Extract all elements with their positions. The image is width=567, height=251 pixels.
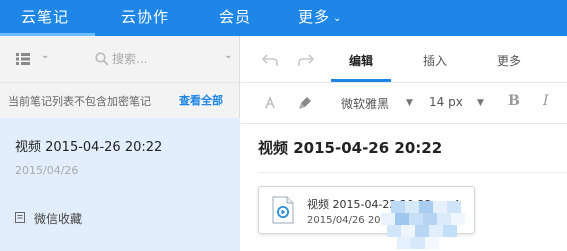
font-size-value: 14 px bbox=[429, 95, 463, 109]
font-size-caret-icon[interactable]: ▼ bbox=[477, 98, 484, 108]
notice-text: 当前笔记列表不包含加密笔记 bbox=[8, 95, 151, 108]
format-painter-icon[interactable] bbox=[298, 96, 312, 110]
redo-icon[interactable] bbox=[297, 53, 315, 67]
search-input[interactable] bbox=[112, 50, 222, 68]
note-list-pane: ⌄ ⌄ 当前笔记列表不包含加密笔记 查看全部 视频 2015-04-26 20:… bbox=[0, 36, 240, 251]
clear-format-icon[interactable] bbox=[263, 96, 277, 110]
font-family-select[interactable]: 微软雅黑 bbox=[341, 95, 389, 112]
editor-tabbar: 编辑 插入 更多 bbox=[241, 36, 567, 82]
nav-more[interactable]: 更多 ⌄ bbox=[298, 0, 342, 36]
chevron-down-icon: ⌄ bbox=[333, 13, 343, 24]
divider bbox=[241, 123, 567, 124]
nav-collaboration[interactable]: 云协作 bbox=[121, 0, 169, 36]
note-date: 2015/04/26 bbox=[15, 164, 79, 177]
top-nav: 云笔记 云协作 会员 更多 ⌄ bbox=[0, 0, 567, 36]
list-item[interactable]: 视频 2015-04-26 20:22 2015/04/26 bbox=[0, 118, 240, 251]
note-title: 视频 2015-04-26 20:22 bbox=[15, 140, 163, 155]
view-mode-chevron-down-icon[interactable]: ⌄ bbox=[41, 50, 49, 61]
undo-icon[interactable] bbox=[261, 53, 279, 67]
nav-membership[interactable]: 会员 bbox=[219, 0, 251, 36]
pixelated-overlay bbox=[381, 201, 471, 251]
tab-edit[interactable]: 编辑 bbox=[349, 52, 373, 69]
search-options-chevron-down-icon[interactable]: ⌄ bbox=[224, 50, 232, 61]
bold-button[interactable]: B bbox=[508, 93, 520, 109]
font-size-select[interactable]: 14 px bbox=[429, 95, 463, 109]
video-file-icon bbox=[272, 196, 294, 224]
nav-cloud-notes[interactable]: 云笔记 bbox=[21, 0, 69, 36]
tab-insert[interactable]: 插入 bbox=[423, 52, 447, 69]
divider bbox=[258, 172, 567, 173]
note-folder-label: 微信收藏 bbox=[34, 212, 83, 226]
notebook-icon bbox=[15, 212, 25, 223]
nav-more-label: 更多 bbox=[298, 8, 331, 26]
list-toolbar: ⌄ ⌄ bbox=[0, 36, 240, 82]
view-all-link[interactable]: 查看全部 bbox=[179, 92, 223, 108]
editor-pane: 编辑 插入 更多 微软雅黑 ▼ 14 px ▼ B I 视频 2015-04-2… bbox=[241, 36, 567, 251]
tab-more[interactable]: 更多 bbox=[497, 52, 521, 69]
search-icon bbox=[95, 52, 109, 66]
font-family-caret-icon[interactable]: ▼ bbox=[406, 98, 413, 108]
format-toolbar: 微软雅黑 ▼ 14 px ▼ B I bbox=[241, 83, 567, 123]
encrypted-notice: 当前笔记列表不包含加密笔记 查看全部 bbox=[0, 82, 240, 118]
italic-button[interactable]: I bbox=[543, 93, 549, 109]
document-title[interactable]: 视频 2015-04-26 20:22 bbox=[258, 137, 442, 158]
list-view-icon[interactable] bbox=[16, 53, 30, 65]
font-family-value: 微软雅黑 bbox=[341, 97, 390, 111]
